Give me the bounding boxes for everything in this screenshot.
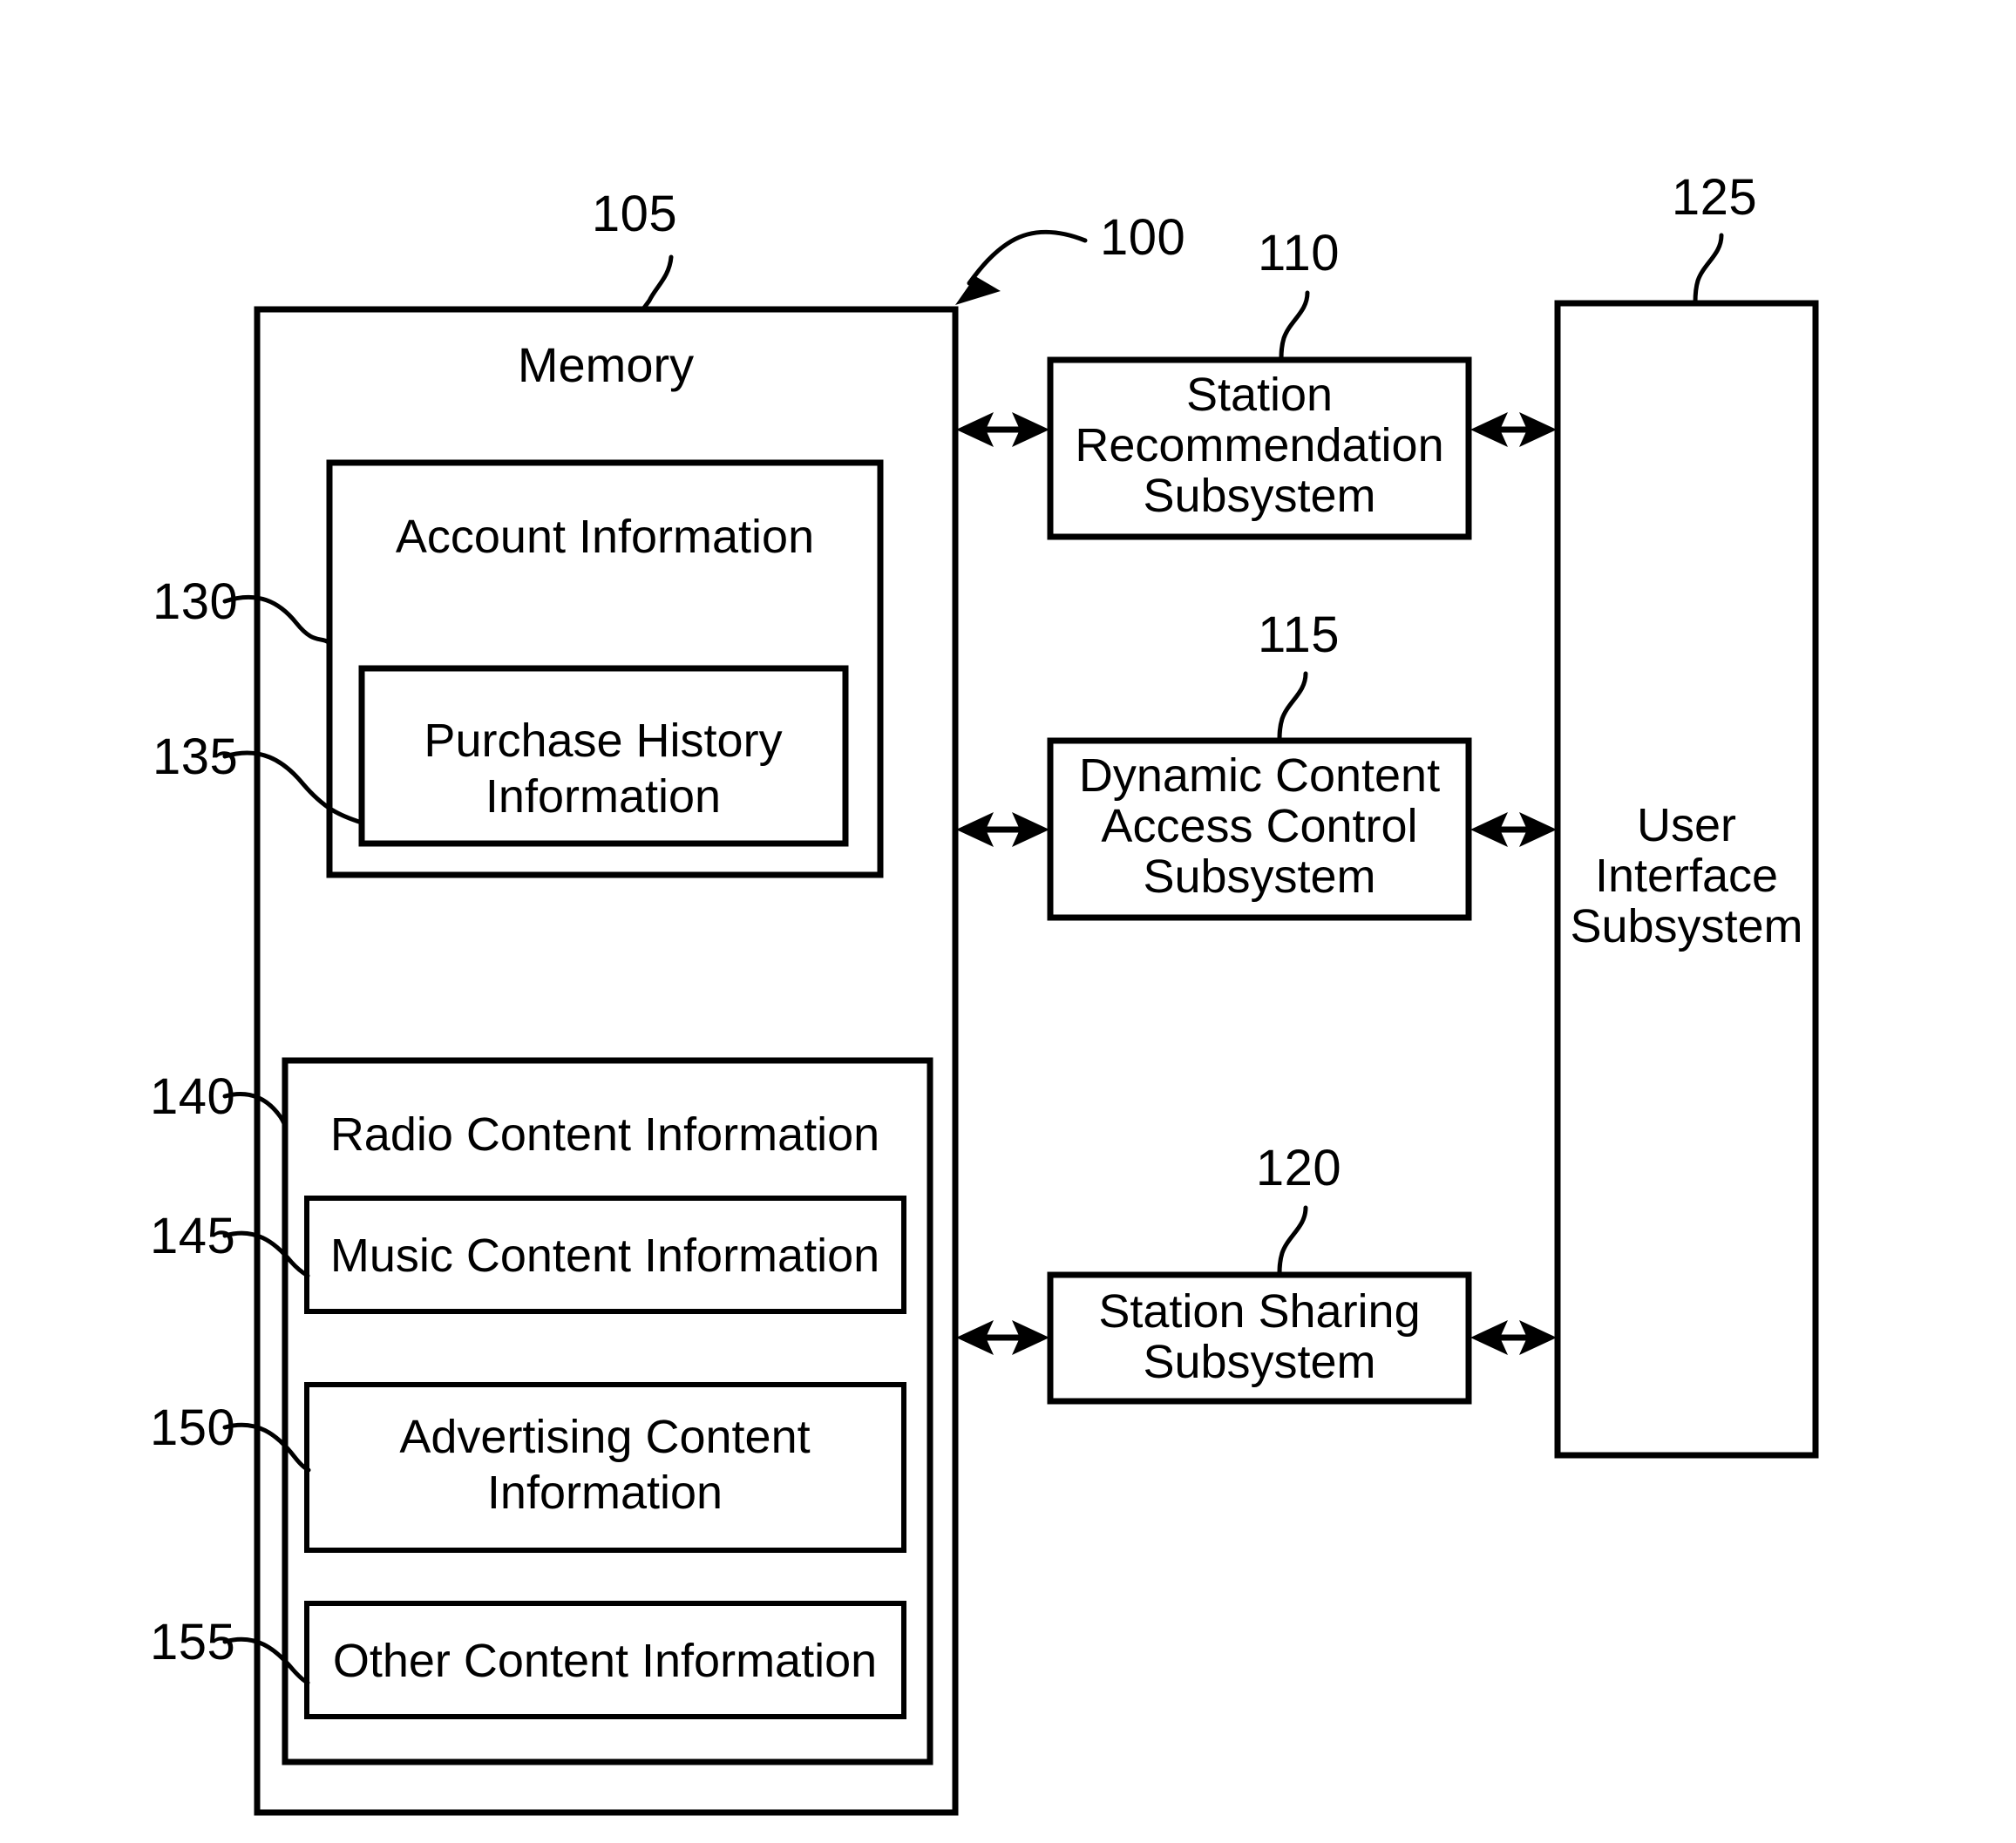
user-interface-line3: Subsystem — [1570, 900, 1802, 952]
account-information-ref-130-leader — [222, 594, 332, 646]
user-interface-ref-125-label: 125 — [1672, 169, 1757, 226]
music-content-information-block[interactable]: Music Content Information — [304, 1196, 906, 1314]
dynamic-content-access-control-ref-115-leader — [1277, 671, 1308, 742]
advertising-content-ref-150-leader — [222, 1422, 311, 1473]
station-sharing-ref-120-label: 120 — [1256, 1140, 1341, 1196]
connector-station-sharing-to-ui — [1470, 1320, 1557, 1355]
station-recommendation-line3: Subsystem — [1143, 470, 1375, 522]
advertising-content-information-block[interactable]: Advertising Content Information — [304, 1382, 906, 1553]
account-information-title: Account Information — [396, 511, 814, 563]
connector-station-recommendation-to-ui — [1470, 412, 1557, 447]
dynamic-content-access-control-line3: Subsystem — [1143, 850, 1375, 903]
system-ref-100-callout: 100 — [955, 209, 1185, 305]
connector-memory-to-station-sharing — [956, 1320, 1049, 1355]
station-recommendation-ref-110-callout: 110 — [1258, 225, 1340, 362]
station-sharing-line2: Subsystem — [1143, 1336, 1375, 1388]
station-recommendation-subsystem-block[interactable]: Station Recommendation Subsystem — [1047, 356, 1472, 540]
patent-diagram-canvas: 100 Memory 105 Account Information 130 P… — [0, 0, 2016, 1843]
music-content-ref-145-label: 145 — [150, 1208, 235, 1264]
purchase-history-line1: Purchase History — [424, 715, 782, 767]
user-interface-line1: User — [1637, 799, 1736, 851]
system-ref-100-arrowhead — [955, 276, 1001, 305]
connector-memory-to-dynamic-content — [956, 812, 1049, 847]
system-ref-100-label: 100 — [1100, 209, 1185, 266]
radio-content-title: Radio Content Information — [330, 1108, 879, 1161]
radio-content-ref-140-label: 140 — [150, 1068, 235, 1125]
station-recommendation-ref-110-label: 110 — [1258, 225, 1340, 281]
purchase-history-ref-135-leader — [222, 750, 364, 825]
music-content-ref-145-leader — [222, 1230, 310, 1278]
radio-content-ref-140-callout: 140 — [150, 1068, 288, 1132]
other-content-ref-155-label: 155 — [150, 1614, 235, 1670]
dynamic-content-access-control-line2: Access Control — [1101, 800, 1417, 852]
purchase-history-line2: Information — [485, 770, 721, 823]
dynamic-content-access-control-subsystem-block[interactable]: Dynamic Content Access Control Subsystem — [1047, 737, 1472, 921]
station-recommendation-ref-110-leader — [1279, 290, 1310, 362]
other-content-information-block[interactable]: Other Content Information — [304, 1601, 906, 1719]
memory-ref-105-leader — [640, 254, 674, 313]
user-interface-subsystem-block[interactable]: User Interface Subsystem — [1554, 300, 1819, 1459]
memory-ref-105-label: 105 — [592, 186, 677, 242]
advertising-content-line2: Information — [487, 1467, 723, 1519]
other-content-title: Other Content Information — [333, 1635, 877, 1687]
memory-title: Memory — [518, 337, 694, 392]
music-content-title: Music Content Information — [330, 1230, 879, 1282]
station-sharing-ref-120-callout: 120 — [1256, 1140, 1341, 1277]
station-recommendation-line1: Station — [1186, 369, 1333, 421]
dynamic-content-access-control-ref-115-callout: 115 — [1258, 606, 1340, 742]
purchase-history-information-block[interactable]: Purchase History Information — [358, 665, 849, 847]
station-sharing-ref-120-leader — [1277, 1205, 1308, 1277]
purchase-history-ref-135-label: 135 — [153, 728, 238, 785]
advertising-content-ref-150-label: 150 — [150, 1399, 235, 1456]
account-information-ref-130-label: 130 — [153, 573, 238, 630]
station-sharing-subsystem-block[interactable]: Station Sharing Subsystem — [1047, 1271, 1472, 1405]
account-information-ref-130-callout: 130 — [153, 573, 332, 646]
station-recommendation-line2: Recommendation — [1075, 419, 1443, 471]
advertising-content-line1: Advertising Content — [399, 1411, 810, 1463]
user-interface-ref-125-leader — [1693, 233, 1724, 305]
connector-memory-to-station-recommendation — [956, 412, 1049, 447]
memory-ref-105-callout: 105 — [592, 186, 677, 313]
user-interface-line2: Interface — [1595, 850, 1778, 902]
dynamic-content-access-control-ref-115-label: 115 — [1258, 606, 1340, 663]
dynamic-content-access-control-line1: Dynamic Content — [1079, 749, 1440, 802]
station-sharing-line1: Station Sharing — [1098, 1285, 1420, 1338]
other-content-ref-155-leader — [222, 1636, 310, 1685]
system-block-diagram: 100 Memory 105 Account Information 130 P… — [150, 169, 1819, 1816]
user-interface-ref-125-callout: 125 — [1672, 169, 1757, 305]
connector-dynamic-content-to-ui — [1470, 812, 1557, 847]
system-ref-100-leader — [967, 229, 1088, 286]
